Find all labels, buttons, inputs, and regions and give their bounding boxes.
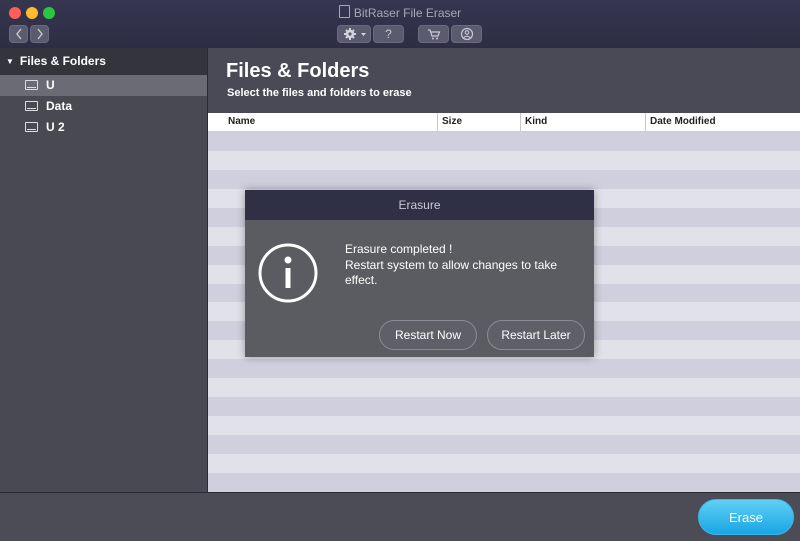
table-row [208, 453, 800, 473]
back-button[interactable] [9, 25, 28, 43]
page-subtitle: Select the files and folders to erase [227, 87, 412, 99]
sidebar-item-u2[interactable]: U 2 [0, 117, 207, 138]
restart-now-button[interactable]: Restart Now [379, 320, 477, 350]
table-row [208, 169, 800, 189]
info-icon [258, 243, 318, 303]
cart-icon [427, 29, 440, 40]
table-row [208, 132, 800, 151]
dialog-title: Erasure [245, 190, 594, 220]
table-row [208, 435, 800, 454]
chevron-left-icon [15, 28, 22, 40]
user-icon [460, 27, 473, 41]
chevron-right-icon [36, 28, 43, 40]
table-row [208, 359, 800, 379]
sidebar-item-u[interactable]: U [0, 75, 207, 96]
settings-menu-button[interactable] [337, 25, 371, 43]
gear-icon [344, 28, 366, 40]
drive-icon [25, 101, 38, 111]
restart-later-button[interactable]: Restart Later [487, 320, 585, 350]
sidebar-item-label: U 2 [46, 120, 65, 134]
dialog-message-body: Restart system to allow changes to take … [345, 258, 558, 287]
chevron-down-icon [361, 33, 366, 36]
app-icon [338, 5, 350, 18]
table-row [208, 397, 800, 417]
drive-icon [25, 122, 38, 132]
sidebar-header[interactable]: ▼ Files & Folders [0, 48, 207, 75]
column-header-name[interactable]: Name [223, 113, 438, 131]
table-row [208, 378, 800, 398]
column-header-size[interactable]: Size [437, 113, 521, 131]
table-row [208, 150, 800, 170]
erase-button[interactable]: Erase [698, 499, 794, 535]
erasure-dialog: Erasure Erasure completed ! Restart syst… [245, 190, 594, 357]
table-row [208, 472, 800, 492]
sidebar-item-label: Data [46, 99, 73, 113]
drive-icon [25, 80, 38, 90]
table-header: Name Size Kind Date Modified [208, 113, 800, 132]
help-button[interactable]: ? [373, 25, 404, 43]
disclosure-triangle-icon[interactable]: ▼ [6, 48, 14, 75]
sidebar-item-label: U [46, 78, 55, 92]
title-bar: BitRaser File Eraser ? [0, 0, 800, 48]
sidebar: ▼ Files & Folders U Data U 2 [0, 48, 208, 492]
main-header: Files & Folders Select the files and fol… [208, 48, 800, 113]
dialog-message-title: Erasure completed ! [345, 242, 453, 256]
help-label: ? [385, 27, 392, 41]
forward-button[interactable] [30, 25, 49, 43]
window-title: BitRaser File Eraser [0, 5, 800, 20]
sidebar-item-data[interactable]: Data [0, 96, 207, 117]
bottom-bar: Erase [0, 492, 800, 541]
page-title: Files & Folders [226, 60, 370, 82]
column-header-kind[interactable]: Kind [520, 113, 646, 131]
table-row [208, 416, 800, 435]
account-button[interactable] [451, 25, 482, 43]
cart-button[interactable] [418, 25, 449, 43]
column-header-date-modified[interactable]: Date Modified [645, 113, 800, 131]
